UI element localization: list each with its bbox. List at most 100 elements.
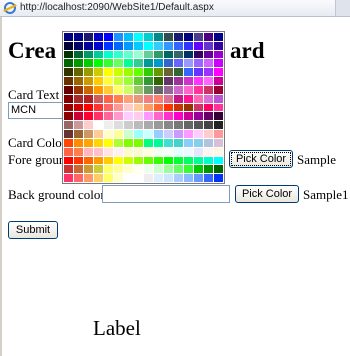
color-swatch[interactable] xyxy=(104,50,113,59)
color-swatch[interactable] xyxy=(144,112,153,121)
color-swatch[interactable] xyxy=(204,165,213,174)
color-swatch[interactable] xyxy=(64,121,73,130)
color-swatch[interactable] xyxy=(154,165,163,174)
color-swatch[interactable] xyxy=(194,121,203,130)
color-swatch[interactable] xyxy=(144,50,153,59)
color-swatch[interactable] xyxy=(194,50,203,59)
color-swatch[interactable] xyxy=(184,156,193,165)
color-swatch[interactable] xyxy=(164,50,173,59)
color-swatch[interactable] xyxy=(124,130,133,138)
color-swatch[interactable] xyxy=(154,156,163,165)
color-swatch[interactable] xyxy=(134,33,143,41)
color-swatch[interactable] xyxy=(74,33,83,41)
color-swatch[interactable] xyxy=(64,130,73,138)
color-swatch[interactable] xyxy=(214,147,223,156)
color-swatch[interactable] xyxy=(164,121,173,130)
color-swatch[interactable] xyxy=(164,85,173,94)
color-swatch[interactable] xyxy=(144,68,153,77)
color-swatch[interactable] xyxy=(184,68,193,77)
color-swatch[interactable] xyxy=(164,33,173,41)
color-swatch[interactable] xyxy=(84,103,93,112)
color-swatch[interactable] xyxy=(184,112,193,121)
color-swatch[interactable] xyxy=(124,138,133,147)
color-swatch[interactable] xyxy=(64,165,73,174)
color-swatch[interactable] xyxy=(174,33,183,41)
color-swatch[interactable] xyxy=(194,103,203,112)
color-swatch[interactable] xyxy=(74,121,83,130)
color-swatch[interactable] xyxy=(214,77,223,85)
color-swatch[interactable] xyxy=(64,59,73,68)
color-swatch[interactable] xyxy=(64,112,73,121)
back-pick-color-button[interactable]: Pick Color xyxy=(235,185,299,203)
color-swatch[interactable] xyxy=(134,77,143,85)
color-swatch[interactable] xyxy=(114,41,123,50)
color-swatch[interactable] xyxy=(94,33,103,41)
color-swatch[interactable] xyxy=(174,77,183,85)
color-swatch[interactable] xyxy=(64,68,73,77)
color-swatch[interactable] xyxy=(94,59,103,68)
color-swatch[interactable] xyxy=(124,85,133,94)
color-swatch[interactable] xyxy=(184,138,193,147)
color-swatch[interactable] xyxy=(184,94,193,103)
color-swatch[interactable] xyxy=(134,174,143,182)
color-swatch[interactable] xyxy=(74,94,83,103)
color-swatch[interactable] xyxy=(114,33,123,41)
color-swatch[interactable] xyxy=(184,33,193,41)
color-swatch[interactable] xyxy=(184,147,193,156)
color-swatch[interactable] xyxy=(124,147,133,156)
color-swatch[interactable] xyxy=(124,50,133,59)
color-swatch[interactable] xyxy=(84,112,93,121)
color-swatch[interactable] xyxy=(164,130,173,138)
color-swatch[interactable] xyxy=(204,59,213,68)
color-swatch[interactable] xyxy=(164,68,173,77)
color-swatch[interactable] xyxy=(114,165,123,174)
color-swatch[interactable] xyxy=(214,41,223,50)
color-swatch[interactable] xyxy=(74,68,83,77)
color-swatch[interactable] xyxy=(84,68,93,77)
color-swatch[interactable] xyxy=(114,77,123,85)
color-swatch[interactable] xyxy=(94,147,103,156)
color-swatch[interactable] xyxy=(84,41,93,50)
color-swatch[interactable] xyxy=(154,112,163,121)
color-swatch[interactable] xyxy=(184,130,193,138)
color-swatch[interactable] xyxy=(104,41,113,50)
color-swatch[interactable] xyxy=(214,103,223,112)
color-swatch[interactable] xyxy=(144,147,153,156)
color-swatch[interactable] xyxy=(144,59,153,68)
color-swatch[interactable] xyxy=(94,50,103,59)
color-swatch[interactable] xyxy=(124,68,133,77)
color-swatch[interactable] xyxy=(214,165,223,174)
color-swatch[interactable] xyxy=(154,103,163,112)
color-swatch[interactable] xyxy=(104,33,113,41)
color-swatch[interactable] xyxy=(174,174,183,182)
color-swatch[interactable] xyxy=(214,68,223,77)
color-swatch[interactable] xyxy=(214,121,223,130)
color-swatch[interactable] xyxy=(174,165,183,174)
color-swatch[interactable] xyxy=(194,156,203,165)
color-picker-palette[interactable] xyxy=(62,31,225,184)
color-swatch[interactable] xyxy=(144,156,153,165)
color-swatch[interactable] xyxy=(124,94,133,103)
color-swatch[interactable] xyxy=(84,130,93,138)
color-swatch[interactable] xyxy=(104,94,113,103)
color-swatch[interactable] xyxy=(174,94,183,103)
color-swatch[interactable] xyxy=(84,165,93,174)
color-swatch[interactable] xyxy=(104,121,113,130)
color-swatch[interactable] xyxy=(124,59,133,68)
color-swatch[interactable] xyxy=(94,165,103,174)
color-swatch[interactable] xyxy=(114,94,123,103)
color-swatch[interactable] xyxy=(144,103,153,112)
color-swatch[interactable] xyxy=(84,156,93,165)
color-swatch[interactable] xyxy=(124,77,133,85)
color-swatch[interactable] xyxy=(174,50,183,59)
submit-button[interactable]: Submit xyxy=(8,221,58,239)
color-swatch[interactable] xyxy=(204,156,213,165)
color-swatch[interactable] xyxy=(84,138,93,147)
color-swatch[interactable] xyxy=(134,59,143,68)
color-swatch[interactable] xyxy=(164,138,173,147)
color-swatch[interactable] xyxy=(114,68,123,77)
color-swatch[interactable] xyxy=(74,77,83,85)
color-swatch[interactable] xyxy=(184,77,193,85)
color-swatch[interactable] xyxy=(184,59,193,68)
color-swatch[interactable] xyxy=(134,68,143,77)
